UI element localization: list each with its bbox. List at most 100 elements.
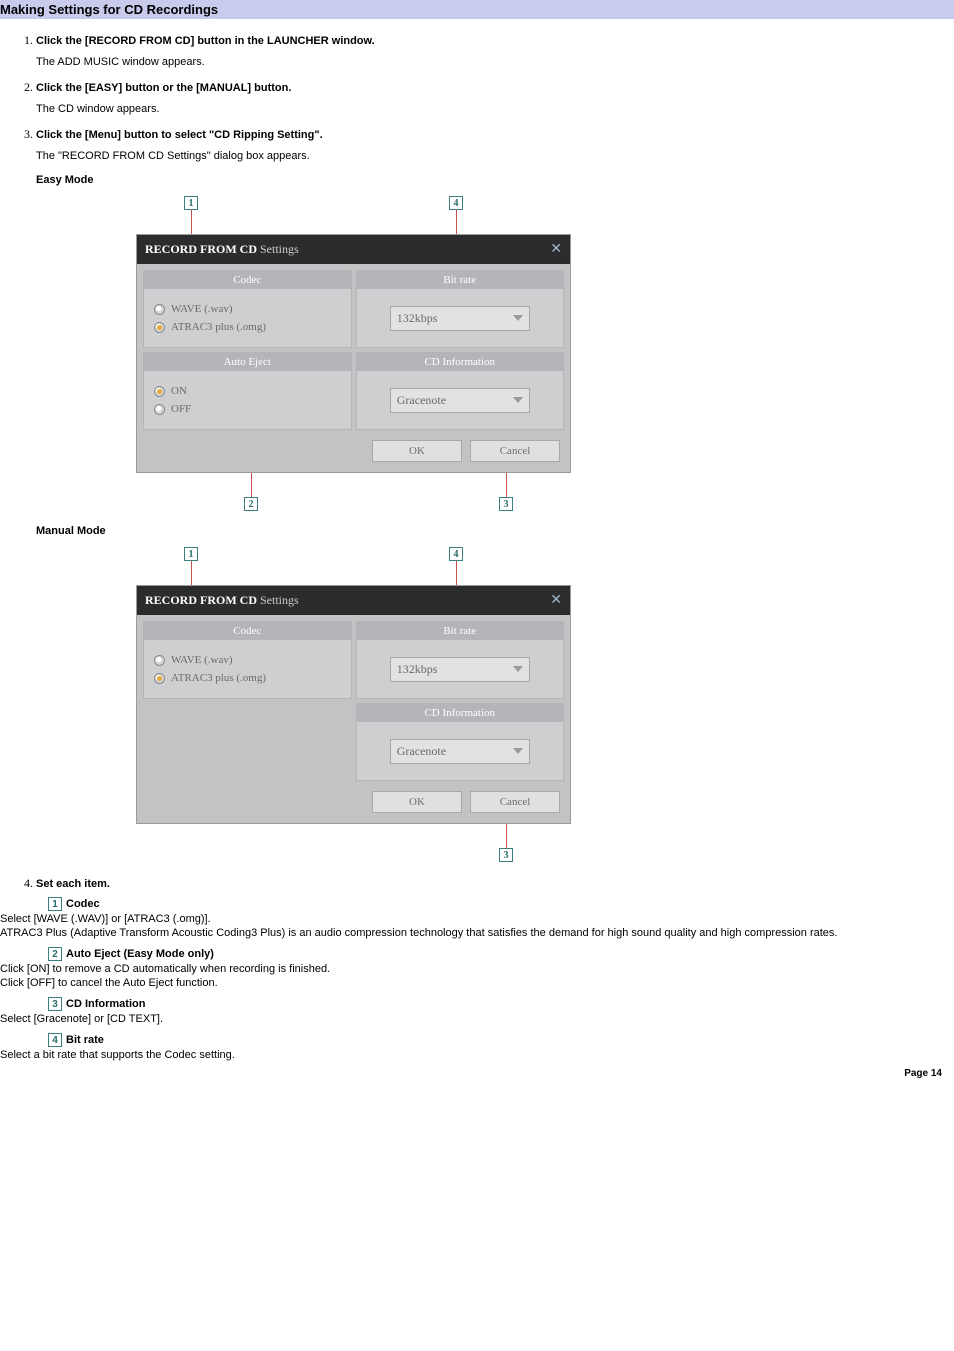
step-3-title: Click the [Menu] button to select "CD Ri… bbox=[36, 129, 323, 141]
manual-mode-heading: Manual Mode bbox=[36, 525, 954, 537]
step-1: Click the [RECORD FROM CD] button in the… bbox=[36, 33, 954, 68]
dialog-titlebar: RECORD FROM CD Settings ✕ bbox=[137, 586, 570, 615]
codec-atrac-radio[interactable]: ATRAC3 plus (.omg) bbox=[154, 321, 341, 333]
record-from-cd-settings-dialog-easy: RECORD FROM CD Settings ✕ Codec WAVE (.w… bbox=[136, 234, 571, 473]
callout-3-icon: 3 bbox=[499, 848, 513, 862]
codec-wave-radio[interactable]: WAVE (.wav) bbox=[154, 303, 341, 315]
item-cd-info-num: 3 bbox=[48, 997, 62, 1011]
manual-callout-top: 1 · 4 · bbox=[136, 547, 571, 585]
bitrate-panel: Bit rate 132kbps bbox=[356, 621, 565, 699]
ok-button[interactable]: OK bbox=[372, 440, 462, 462]
chevron-down-icon bbox=[513, 666, 523, 672]
step-3: Click the [Menu] button to select "CD Ri… bbox=[36, 127, 954, 862]
step-1-body: The ADD MUSIC window appears. bbox=[36, 56, 954, 68]
item-bitrate-title: Bit rate bbox=[66, 1034, 104, 1046]
auto-eject-off-label: OFF bbox=[171, 403, 191, 415]
dialog-title-strong: RECORD FROM CD bbox=[145, 593, 257, 607]
codec-wave-label: WAVE (.wav) bbox=[171, 303, 233, 315]
item-bitrate-line1: Select a bit rate that supports the Code… bbox=[0, 1049, 954, 1061]
radio-icon bbox=[154, 673, 165, 684]
bitrate-value: 132kbps bbox=[397, 662, 438, 677]
codec-panel: Codec WAVE (.wav) ATRAC3 plus (.omg) bbox=[143, 621, 352, 699]
dialog-title-light: Settings bbox=[260, 593, 299, 607]
item-codec: 1 Codec bbox=[48, 897, 954, 911]
callout-4-icon: 4 bbox=[449, 547, 463, 561]
cd-info-panel: CD Information Gracenote bbox=[356, 352, 565, 430]
step-2-title: Click the [EASY] button or the [MANUAL] … bbox=[36, 82, 291, 94]
item-codec-line2: ATRAC3 Plus (Adaptive Transform Acoustic… bbox=[0, 927, 954, 939]
callout-line bbox=[191, 210, 192, 234]
page-number: Page 14 bbox=[904, 1068, 942, 1079]
bitrate-panel-head: Bit rate bbox=[357, 622, 564, 640]
cd-info-value: Gracenote bbox=[397, 744, 446, 759]
close-icon[interactable]: ✕ bbox=[550, 592, 562, 609]
step-1-title: Click the [RECORD FROM CD] button in the… bbox=[36, 35, 375, 47]
callout-1-icon: 1 bbox=[184, 196, 198, 210]
codec-panel-head: Codec bbox=[144, 271, 351, 289]
step-2: Click the [EASY] button or the [MANUAL] … bbox=[36, 80, 954, 115]
codec-wave-label: WAVE (.wav) bbox=[171, 654, 233, 666]
codec-atrac-label: ATRAC3 plus (.omg) bbox=[171, 672, 266, 684]
codec-atrac-label: ATRAC3 plus (.omg) bbox=[171, 321, 266, 333]
item-auto-eject-line2: Click [OFF] to cancel the Auto Eject fun… bbox=[0, 977, 954, 989]
radio-icon bbox=[154, 404, 165, 415]
step-4: Set each item. bbox=[36, 876, 954, 891]
step-4-title: Set each item. bbox=[36, 878, 110, 890]
dialog-title-strong: RECORD FROM CD bbox=[145, 242, 257, 256]
radio-icon bbox=[154, 386, 165, 397]
cd-info-panel-head: CD Information bbox=[357, 353, 564, 371]
bitrate-select[interactable]: 132kbps bbox=[390, 657, 530, 682]
auto-eject-on-radio[interactable]: ON bbox=[154, 385, 341, 397]
callout-line bbox=[456, 210, 457, 234]
callout-4-icon: 4 bbox=[449, 196, 463, 210]
codec-wave-radio[interactable]: WAVE (.wav) bbox=[154, 654, 341, 666]
record-from-cd-settings-dialog-manual: RECORD FROM CD Settings ✕ Codec WAVE (.w… bbox=[136, 585, 571, 824]
close-icon[interactable]: ✕ bbox=[550, 241, 562, 258]
item-bitrate: 4 Bit rate bbox=[48, 1033, 954, 1047]
chevron-down-icon bbox=[513, 315, 523, 321]
bitrate-value: 132kbps bbox=[397, 311, 438, 326]
dialog-titlebar: RECORD FROM CD Settings ✕ bbox=[137, 235, 570, 264]
cd-info-panel-head: CD Information bbox=[357, 704, 564, 722]
cd-info-panel: CD Information Gracenote bbox=[356, 703, 565, 781]
radio-icon bbox=[154, 322, 165, 333]
item-codec-line2-wrap: ATRAC3 Plus (Adaptive Transform Acoustic… bbox=[0, 927, 954, 939]
cancel-button[interactable]: Cancel bbox=[470, 440, 560, 462]
cd-info-select[interactable]: Gracenote bbox=[390, 388, 530, 413]
bitrate-panel-head: Bit rate bbox=[357, 271, 564, 289]
item-auto-eject-title: Auto Eject (Easy Mode only) bbox=[66, 948, 214, 960]
cd-info-value: Gracenote bbox=[397, 393, 446, 408]
callout-line bbox=[251, 473, 252, 497]
item-auto-eject: 2 Auto Eject (Easy Mode only) bbox=[48, 947, 954, 961]
cancel-button[interactable]: Cancel bbox=[470, 791, 560, 813]
codec-atrac-radio[interactable]: ATRAC3 plus (.omg) bbox=[154, 672, 341, 684]
step-3-body: The "RECORD FROM CD Settings" dialog box… bbox=[36, 150, 954, 162]
chevron-down-icon bbox=[513, 748, 523, 754]
manual-callout-bottom: · 3 bbox=[136, 824, 571, 862]
codec-panel: Codec WAVE (.wav) ATRAC3 plus (.omg) bbox=[143, 270, 352, 348]
page-title: Making Settings for CD Recordings bbox=[0, 0, 954, 19]
chevron-down-icon bbox=[513, 397, 523, 403]
callout-line bbox=[506, 473, 507, 497]
auto-eject-panel-head: Auto Eject bbox=[144, 353, 351, 371]
item-codec-title: Codec bbox=[66, 898, 100, 910]
auto-eject-off-radio[interactable]: OFF bbox=[154, 403, 341, 415]
cd-info-select[interactable]: Gracenote bbox=[390, 739, 530, 764]
callout-line bbox=[456, 561, 457, 585]
radio-icon bbox=[154, 304, 165, 315]
item-codec-line1: Select [WAVE (.WAV)] or [ATRAC3 (.omg)]. bbox=[0, 913, 954, 925]
bitrate-select[interactable]: 132kbps bbox=[390, 306, 530, 331]
easy-callout-bottom: · 2 · 3 bbox=[136, 473, 571, 511]
ok-button[interactable]: OK bbox=[372, 791, 462, 813]
callout-line bbox=[191, 561, 192, 585]
dialog-title-light: Settings bbox=[260, 242, 299, 256]
bitrate-panel: Bit rate 132kbps bbox=[356, 270, 565, 348]
radio-icon bbox=[154, 655, 165, 666]
codec-panel-head: Codec bbox=[144, 622, 351, 640]
callout-3-icon: 3 bbox=[499, 497, 513, 511]
item-cd-info-title: CD Information bbox=[66, 998, 145, 1010]
item-auto-eject-num: 2 bbox=[48, 947, 62, 961]
callout-2-icon: 2 bbox=[244, 497, 258, 511]
easy-mode-heading: Easy Mode bbox=[36, 174, 954, 186]
item-cd-info-line1: Select [Gracenote] or [CD TEXT]. bbox=[0, 1013, 954, 1025]
